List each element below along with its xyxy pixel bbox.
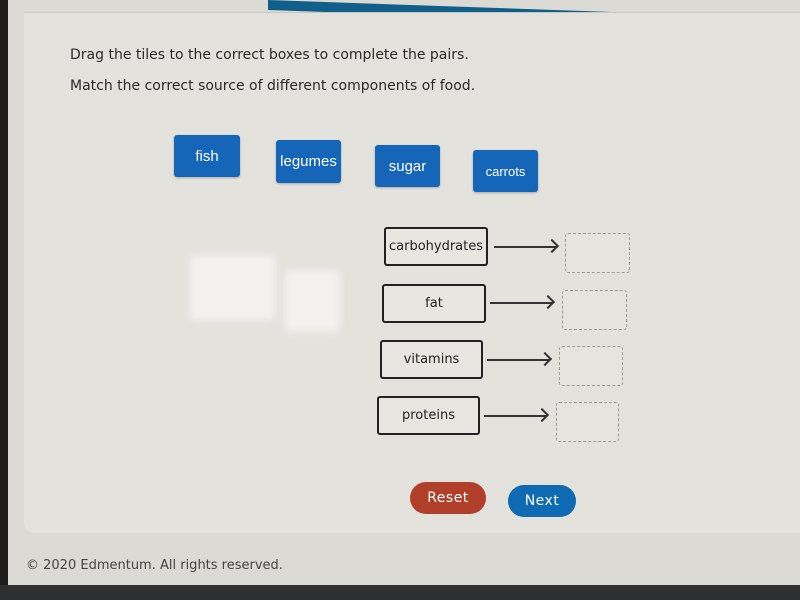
- monitor-bezel-bottom: [0, 585, 800, 600]
- drop-box-fat[interactable]: [562, 290, 627, 330]
- instruction-match: Match the correct source of different co…: [70, 78, 476, 94]
- tile-fish[interactable]: fish: [174, 135, 240, 177]
- pair-label-carbohydrates: carbohydrates: [384, 227, 488, 266]
- tile-carrots[interactable]: carrots: [473, 150, 538, 192]
- screen-glare: [190, 255, 275, 320]
- instruction-drag: Drag the tiles to the correct boxes to c…: [70, 47, 469, 63]
- pair-label-proteins: proteins: [377, 396, 480, 435]
- monitor-bezel: [0, 0, 8, 600]
- arrow-icon: [487, 359, 549, 361]
- reset-button[interactable]: Reset: [410, 482, 486, 514]
- drop-box-carbohydrates[interactable]: [565, 233, 630, 273]
- arrow-icon: [494, 246, 556, 248]
- drop-box-vitamins[interactable]: [559, 346, 623, 386]
- drop-box-proteins[interactable]: [556, 402, 619, 442]
- next-button[interactable]: Next: [508, 485, 576, 517]
- tile-sugar[interactable]: sugar: [375, 145, 440, 187]
- arrow-icon: [490, 302, 552, 304]
- copyright-footer: © 2020 Edmentum. All rights reserved.: [26, 558, 283, 573]
- screen-glare: [285, 270, 340, 332]
- pair-label-fat: fat: [382, 284, 486, 323]
- arrow-icon: [484, 415, 546, 417]
- tile-legumes[interactable]: legumes: [276, 140, 341, 183]
- pair-label-vitamins: vitamins: [380, 340, 483, 379]
